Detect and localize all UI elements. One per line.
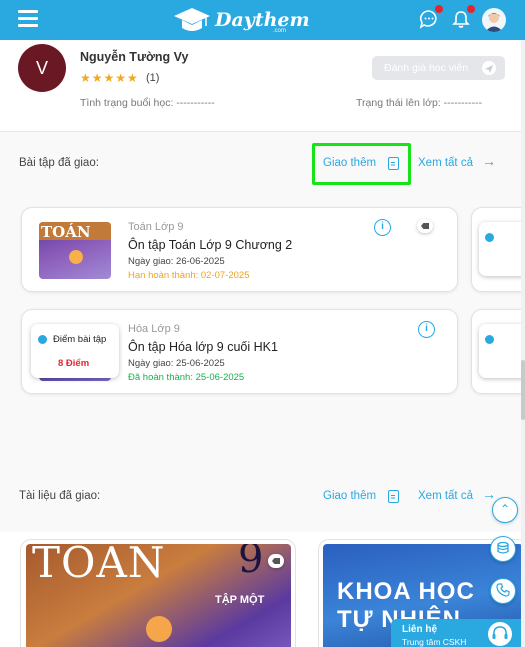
view-all-assignments-link[interactable]: Xem tất cả [418,157,473,169]
documents-title: Tài liệu đã giao: [19,490,101,502]
assignment-card-peek[interactable] [471,309,525,394]
top-bar: Daythem .com [0,0,525,40]
due-date: Hạn hoàn thành: 02-07-2025 [128,270,250,281]
document-icon[interactable] [388,490,399,503]
contact-support-button[interactable]: Liên hệ Trung tâm CSKH [391,619,525,647]
delete-icon[interactable] [268,554,284,568]
delete-icon[interactable] [417,219,433,233]
scrollbar[interactable] [521,40,525,647]
database-icon[interactable] [490,536,516,562]
thumb-label: TOÁN [41,223,91,241]
assignment-title: Ôn tập Hóa lớp 9 cuối HK1 [128,340,278,354]
cover-title: KHOA HỌC [337,578,475,605]
cover-title: TOÁN [32,544,166,587]
view-all-documents-link[interactable]: Xem tất cả [418,490,473,502]
assignment-card-peek[interactable] [471,207,525,292]
score-popup-peek [479,222,525,276]
bell-icon[interactable] [450,5,475,30]
assignment-subject: Hóa Lớp 9 [128,323,180,335]
menu-icon[interactable] [18,10,38,28]
headset-icon [487,621,513,647]
assignment-card[interactable]: Điểm bài tập 8 Điểm Hóa Lớp 9 Ôn tập Hóa… [21,309,458,394]
logo-text: Daythem [215,9,310,31]
contact-title: Liên hệ [402,624,438,635]
rating-count: (1) [146,72,160,84]
app-screen: Daythem .com V Nguyễn Tường Vy ★★★★★ (1)… [0,0,525,647]
assign-more-documents-link[interactable]: Giao thêm [323,490,376,502]
rate-button-label: Đánh giá học viên [384,62,469,74]
send-icon [482,61,496,75]
student-profile: V Nguyễn Tường Vy ★★★★★ (1) Đánh giá học… [0,40,525,132]
document-cover: TOÁN 9 TẬP MỘT [26,544,291,647]
session-status: Tình trạng buổi học: ----------- [80,97,215,109]
score-popup-peek [479,324,525,378]
score-label: Điểm bài tập [53,334,107,345]
logo[interactable]: Daythem .com [173,4,310,36]
scrollbar-thumb[interactable] [521,360,525,420]
arrow-right-icon[interactable]: → [482,486,496,502]
cover-number: 9 [238,544,264,582]
cover-sun [69,250,83,264]
assignment-title: Ôn tập Toán Lớp 9 Chương 2 [128,238,293,252]
assignment-thumbnail: TOÁN [39,222,111,279]
scroll-top-button[interactable]: ⌃ [492,497,518,523]
score-dot [485,335,494,344]
info-icon[interactable]: i [374,219,391,236]
chat-icon[interactable] [418,5,443,30]
score-dot [38,335,47,344]
contact-subtitle: Trung tâm CSKH [402,637,467,647]
notification-dot [467,5,475,13]
assignments-title: Bài tập đã giao: [19,157,99,169]
student-name: Nguyễn Tường Vy [80,50,189,64]
score-popup: Điểm bài tập 8 Điểm [31,324,119,378]
assignment-card[interactable]: TOÁN Toán Lớp 9 Ôn tập Toán Lớp 9 Chương… [21,207,458,292]
logo-sub: .com [273,28,287,34]
phone-icon[interactable] [490,578,516,604]
graduation-cap-icon [174,8,210,31]
assigned-date: Ngày giao: 25-06-2025 [128,358,225,369]
cover-subtitle: TẬP MỘT [215,594,265,606]
arrow-right-icon[interactable]: → [482,153,496,169]
assignment-subject: Toán Lớp 9 [128,221,184,233]
user-avatar-icon[interactable] [482,8,506,32]
notification-dot [435,5,443,13]
cover-sun [146,616,172,642]
class-status: Trạng thái lên lớp: ----------- [356,97,483,109]
rating-stars: ★★★★★ [80,71,139,85]
highlight-box [312,143,411,185]
score-dot [485,233,494,242]
score-value: 8 Điểm [58,358,90,369]
rate-student-button[interactable]: Đánh giá học viên [372,56,505,80]
document-card[interactable]: TOÁN 9 TẬP MỘT [20,539,296,647]
avatar: V [18,44,66,92]
assigned-date: Ngày giao: 26-06-2025 [128,256,225,267]
info-icon[interactable]: i [418,321,435,338]
completed-date: Đã hoàn thành: 25-06-2025 [128,372,245,383]
